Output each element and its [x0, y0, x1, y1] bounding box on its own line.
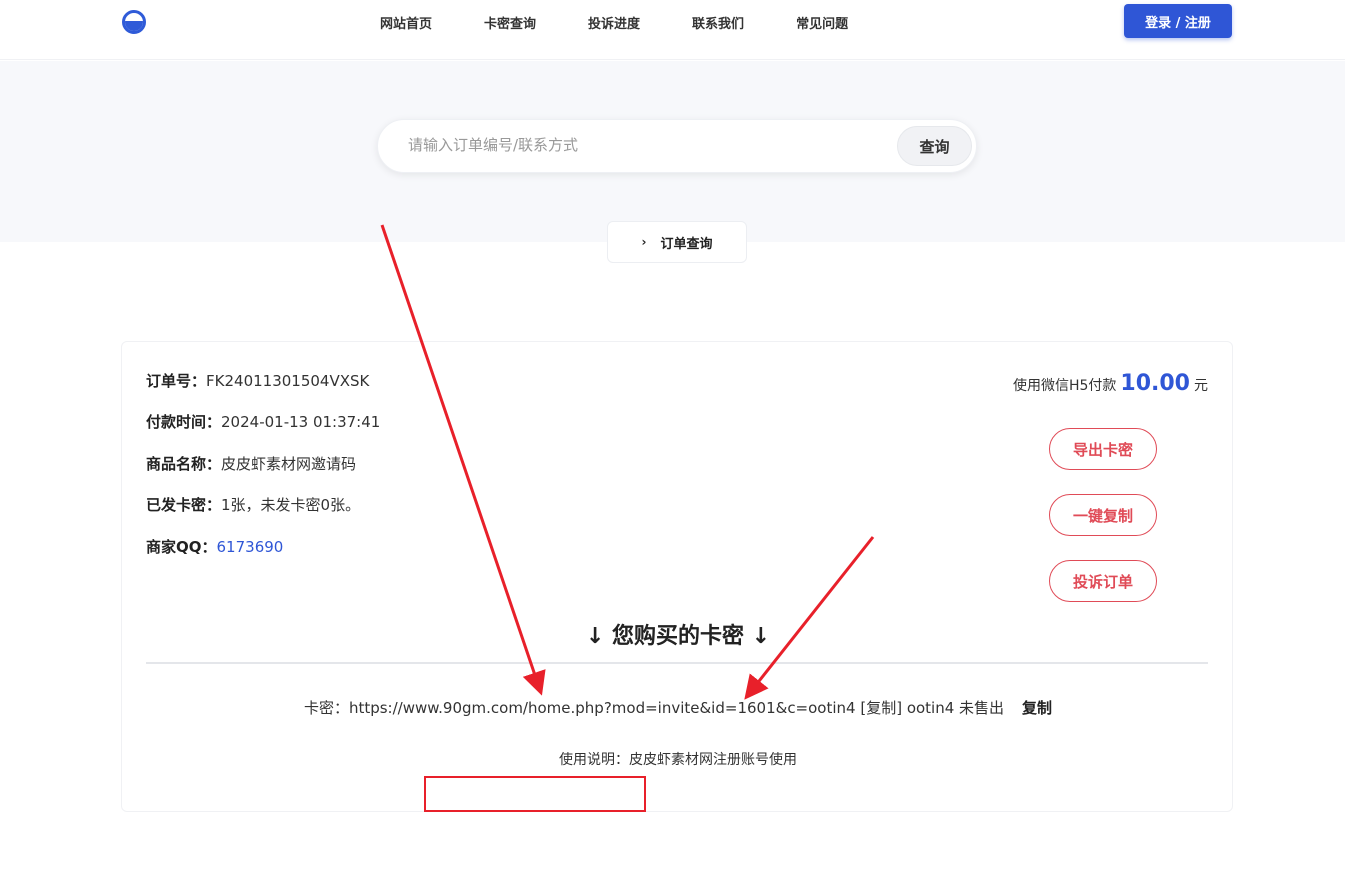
complain-order-button[interactable]: 投诉订单 — [1049, 560, 1157, 602]
order-number-value: FK24011301504VXSK — [206, 372, 370, 390]
order-number-row: 订单号：FK24011301504VXSK — [146, 370, 369, 391]
product-row: 商品名称：皮皮虾素材网邀请码 — [146, 453, 356, 474]
usage-instructions: 使用说明：皮皮虾素材网注册账号使用 — [559, 752, 797, 768]
nav-complaint-progress[interactable]: 投诉进度 — [588, 13, 640, 32]
issued-row: 已发卡密：1张，未发卡密0张。 — [146, 494, 360, 515]
pay-time-value: 2024-01-13 01:37:41 — [221, 413, 381, 431]
product-value: 皮皮虾素材网邀请码 — [221, 455, 357, 473]
annotation-highlight-box — [424, 776, 646, 812]
issued-label: 已发卡密： — [146, 496, 222, 514]
pay-time-label: 付款时间： — [146, 413, 222, 431]
merchant-qq-link[interactable]: 6173690 — [217, 538, 284, 556]
merchant-qq-label: 商家QQ： — [146, 538, 217, 556]
pay-amount: 10.00 — [1120, 371, 1190, 396]
payment-summary: 使用微信H5付款 10.00 元 — [1013, 371, 1208, 396]
top-header: 网站首页 卡密查询 投诉进度 联系我们 常见问题 登录 / 注册 — [0, 0, 1345, 60]
chevron-right-icon: › — [641, 235, 647, 249]
breadcrumb-label: 订单查询 — [660, 236, 713, 252]
pay-currency: 元 — [1194, 378, 1208, 394]
pay-time-row: 付款时间：2024-01-13 01:37:41 — [146, 411, 380, 432]
card-key-row: 卡密：https://www.90gm.com/home.php?mod=inv… — [122, 697, 1234, 718]
nav-home[interactable]: 网站首页 — [380, 13, 432, 32]
issued-value: 1张，未发卡密0张。 — [221, 496, 361, 514]
search-hero: 查询 — [0, 61, 1345, 242]
nav-card-query[interactable]: 卡密查询 — [484, 13, 536, 32]
search-bar: 查询 — [377, 119, 977, 173]
search-input[interactable] — [408, 136, 888, 154]
order-card: 订单号：FK24011301504VXSK 付款时间：2024-01-13 01… — [121, 341, 1233, 812]
breadcrumb[interactable]: › 订单查询 — [607, 221, 747, 263]
site-logo-icon[interactable] — [122, 10, 146, 34]
nav-contact[interactable]: 联系我们 — [692, 13, 744, 32]
search-button[interactable]: 查询 — [897, 126, 972, 166]
card-key-text: 卡密：https://www.90gm.com/home.php?mod=inv… — [303, 699, 1005, 717]
login-register-button[interactable]: 登录 / 注册 — [1124, 4, 1232, 38]
divider — [146, 662, 1208, 664]
purchased-keys-title: ↓ 您购买的卡密 ↓ — [585, 624, 771, 649]
product-label: 商品名称： — [146, 455, 222, 473]
nav-faq[interactable]: 常见问题 — [796, 13, 848, 32]
copy-key-button[interactable]: 复制 — [1022, 699, 1052, 717]
pay-method: 使用微信H5付款 — [1012, 378, 1117, 394]
copy-all-button[interactable]: 一键复制 — [1049, 494, 1157, 536]
main-nav: 网站首页 卡密查询 投诉进度 联系我们 常见问题 — [380, 13, 900, 32]
merchant-qq-row: 商家QQ：6173690 — [146, 536, 283, 557]
export-keys-button[interactable]: 导出卡密 — [1049, 428, 1157, 470]
order-number-label: 订单号： — [146, 372, 207, 390]
